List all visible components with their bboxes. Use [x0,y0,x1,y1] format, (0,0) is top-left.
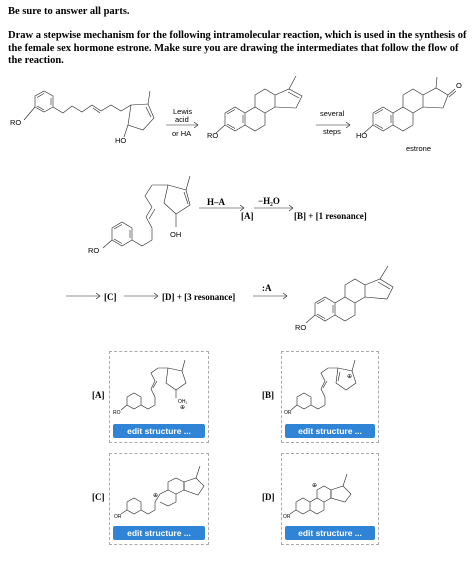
answer-structures [120,359,357,515]
d-plus-charge: ⊕ [312,483,318,489]
edit-structure-button-c[interactable]: edit structure ... [113,526,205,540]
b-or-label: OR [284,410,292,416]
c-or-label: OR [114,514,122,520]
a-plus-charge: ⊕ [180,405,186,411]
a-ro-label: RO [113,410,121,416]
edit-structure-button-b[interactable]: edit structure ... [285,424,375,438]
c-plus-charge: ⊕ [153,493,159,499]
edit-structure-button-a[interactable]: edit structure ... [113,424,205,438]
b-plus-charge: ⊕ [347,374,353,380]
d-or-label: OR [283,514,291,520]
edit-structure-button-d[interactable]: edit structure ... [285,526,375,540]
